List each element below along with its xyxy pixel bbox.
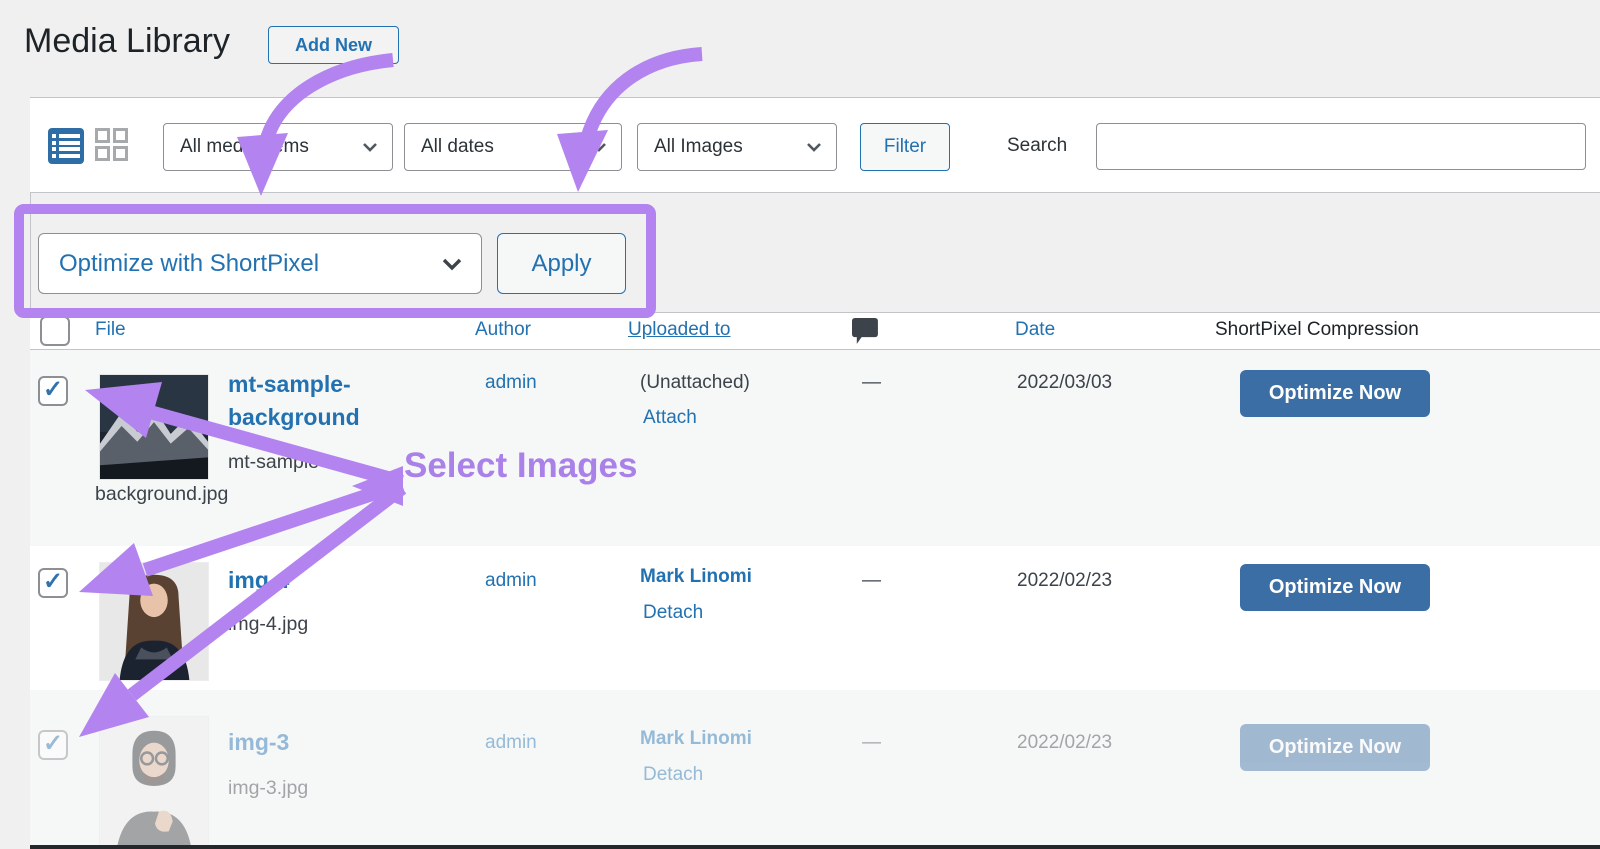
column-header-uploaded-to[interactable]: Uploaded to	[628, 319, 730, 341]
file-name: mt-sample-background.jpg	[95, 446, 375, 510]
list-view-icon[interactable]	[48, 128, 84, 164]
optimize-now-button[interactable]: Optimize Now	[1240, 370, 1430, 417]
row-checkbox[interactable]: ✓	[38, 376, 68, 406]
comments-count: —	[862, 732, 881, 754]
media-toolbar: All media items All dates All Images Fil…	[30, 97, 1600, 193]
file-title-link[interactable]: img-3	[228, 726, 393, 759]
media-type-filter-select[interactable]: All media items	[163, 123, 393, 171]
image-type-filter-value: All Images	[654, 136, 743, 158]
filter-button[interactable]: Filter	[860, 123, 950, 171]
chevron-down-icon	[441, 257, 463, 271]
checkmark-icon: ✓	[43, 378, 63, 402]
file-title-link[interactable]: img-4	[228, 564, 393, 597]
thumbnail-man-portrait[interactable]	[99, 716, 209, 845]
author-link[interactable]: admin	[485, 570, 537, 592]
date-cell: 2022/03/03	[1017, 372, 1112, 394]
file-name: img-4.jpg	[228, 608, 308, 640]
checkmark-icon: ✓	[43, 570, 63, 594]
uploaded-to-link[interactable]: Mark Linomi	[640, 566, 752, 588]
image-type-filter-select[interactable]: All Images	[637, 123, 837, 171]
attach-link[interactable]: Attach	[643, 407, 697, 429]
optimize-now-button[interactable]: Optimize Now	[1240, 564, 1430, 611]
search-input[interactable]	[1096, 123, 1586, 170]
row-checkbox[interactable]: ✓	[38, 568, 68, 598]
detach-link[interactable]: Detach	[643, 602, 703, 624]
date-filter-select[interactable]: All dates	[404, 123, 622, 171]
apply-button[interactable]: Apply	[497, 233, 626, 294]
bulk-action-select[interactable]: Optimize with ShortPixel	[38, 233, 482, 294]
chevron-down-icon	[591, 142, 607, 152]
thumbnail-woman-portrait[interactable]	[99, 562, 209, 681]
detach-link[interactable]: Detach	[643, 764, 703, 786]
page-title: Media Library	[24, 22, 230, 61]
select-all-checkbox[interactable]	[40, 316, 70, 346]
date-cell: 2022/02/23	[1017, 570, 1112, 592]
author-link[interactable]: admin	[485, 372, 537, 394]
checkmark-icon: ✓	[43, 732, 63, 756]
bulk-action-value: Optimize with ShortPixel	[59, 250, 319, 278]
file-name: img-3.jpg	[228, 772, 308, 804]
column-header-date[interactable]: Date	[1015, 319, 1055, 341]
add-new-button[interactable]: Add New	[268, 26, 399, 64]
comment-bubble-icon[interactable]	[852, 317, 879, 346]
search-label: Search	[1007, 135, 1067, 157]
column-header-file[interactable]: File	[95, 319, 126, 341]
optimize-now-button[interactable]: Optimize Now	[1240, 724, 1430, 771]
table-header-row: File Author Uploaded to Date ShortPixel …	[30, 312, 1600, 350]
table-row: ✓ img-3 img-3.jpg admin Mark Linomi Deta…	[30, 690, 1600, 845]
grid-view-icon[interactable]	[95, 128, 131, 164]
uploaded-to-text: (Unattached)	[640, 372, 750, 394]
bottom-edge-bar	[30, 845, 1600, 849]
table-row: ✓ mt-sample-background mt-sample-backgro…	[30, 350, 1600, 546]
row-checkbox[interactable]: ✓	[38, 730, 68, 760]
chevron-down-icon	[362, 142, 378, 152]
uploaded-to-link[interactable]: Mark Linomi	[640, 728, 752, 750]
media-type-filter-value: All media items	[180, 136, 309, 158]
author-link[interactable]: admin	[485, 732, 537, 754]
file-title-link[interactable]: mt-sample-background	[228, 368, 393, 435]
column-header-author[interactable]: Author	[475, 319, 531, 341]
date-cell: 2022/02/23	[1017, 732, 1112, 754]
comments-count: —	[862, 372, 881, 394]
column-header-shortpixel-compression: ShortPixel Compression	[1215, 319, 1419, 341]
date-filter-value: All dates	[421, 136, 494, 158]
chevron-down-icon	[806, 142, 822, 152]
media-library-page: Media Library Add New All media items Al…	[0, 0, 1600, 849]
comments-count: —	[862, 570, 881, 592]
table-row: ✓ img-4 img-4.jpg admin Mark Linomi Deta…	[30, 546, 1600, 690]
